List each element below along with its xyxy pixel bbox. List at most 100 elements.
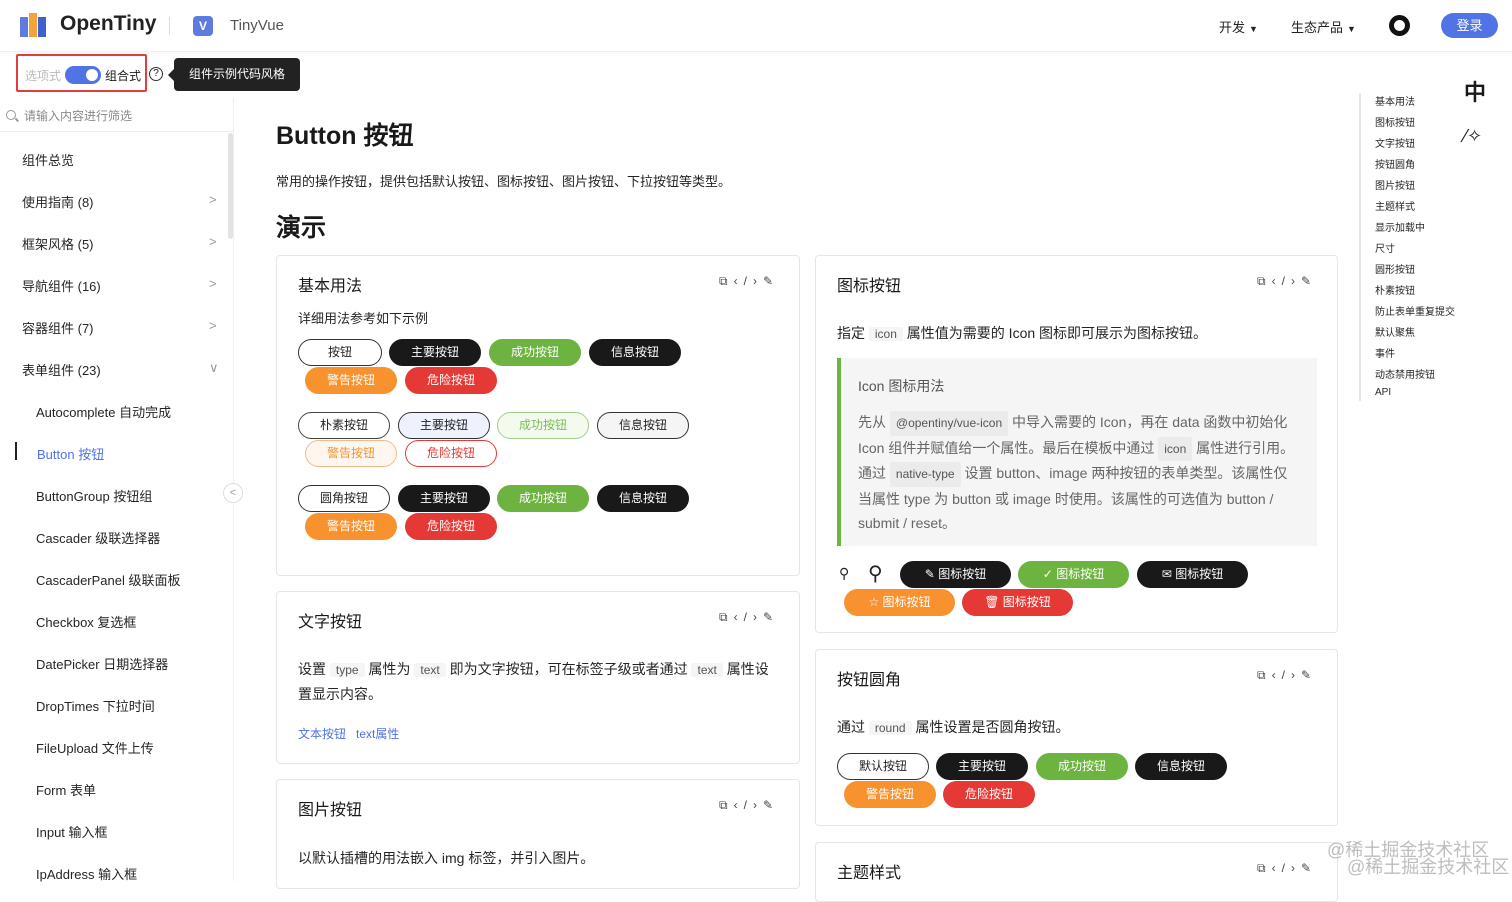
code-icon[interactable]: ‹/› [734, 610, 763, 624]
round-success-button[interactable]: 成功按钮 [1036, 753, 1128, 780]
search-placeholder[interactable]: 请输入内容进行筛选 [24, 107, 132, 124]
sidebar-item-droptimes[interactable]: DropTimes 下拉时间 [36, 696, 155, 715]
toc-item[interactable]: 图标按钮 [1375, 114, 1415, 129]
toc-item[interactable]: 事件 [1375, 345, 1395, 360]
code-icon[interactable]: ‹/› [1272, 668, 1301, 682]
copy-icon[interactable]: ⧉ [719, 798, 734, 812]
icon-check-button[interactable]: ✓ 图标按钮 [1018, 561, 1129, 588]
plain-warning-button[interactable]: 警告按钮 [305, 440, 397, 467]
sidebar-item-overview[interactable]: 组件总览 [22, 150, 74, 169]
edit-icon[interactable]: ✎ [1301, 861, 1317, 875]
sidebar-item-container[interactable]: 容器组件 (7) > [22, 318, 222, 337]
magic-wand-icon[interactable]: ⁄✧ [1464, 126, 1482, 147]
sidebar-search[interactable]: 请输入内容进行筛选 [0, 98, 234, 132]
sidebar-item-ipaddress[interactable]: IpAddress 输入框 [36, 864, 137, 883]
edit-icon[interactable]: ✎ [1301, 274, 1317, 288]
round-default-button[interactable]: 圆角按钮 [298, 485, 390, 512]
sidebar-item-button[interactable]: Button 按钮 [37, 444, 104, 463]
copy-icon[interactable]: ⧉ [1257, 861, 1272, 875]
language-switch[interactable]: 中 [1464, 75, 1486, 107]
sidebar-item-checkbox[interactable]: Checkbox 复选框 [36, 612, 136, 631]
search-icon[interactable]: ⚲ [868, 561, 883, 586]
icon-star-button[interactable]: ☆ 图标按钮 [844, 589, 955, 616]
toc-item[interactable]: 文字按钮 [1375, 135, 1415, 150]
sidebar-item-buttongroup[interactable]: ButtonGroup 按钮组 [36, 486, 152, 505]
opentiny-logo-icon[interactable] [18, 11, 50, 39]
help-icon[interactable]: ? [149, 67, 163, 81]
plain-primary-button[interactable]: 主要按钮 [398, 412, 490, 439]
sidebar-item-autocomplete[interactable]: Autocomplete 自动完成 [36, 402, 171, 421]
tinyvue-logo-icon[interactable]: V [193, 16, 213, 36]
toc-item[interactable]: 防止表单重复提交 [1375, 303, 1455, 318]
copy-icon[interactable]: ⧉ [1257, 274, 1272, 288]
round-info-button[interactable]: 信息按钮 [1135, 753, 1227, 780]
toc-item[interactable]: API [1375, 387, 1391, 398]
toc-item[interactable]: 按钮圆角 [1375, 156, 1415, 171]
sidebar-item-datepicker[interactable]: DatePicker 日期选择器 [36, 654, 168, 673]
toc-item[interactable]: 默认聚焦 [1375, 324, 1415, 339]
options-api-label[interactable]: 选项式 [25, 67, 61, 84]
toc-item[interactable]: 圆形按钮 [1375, 261, 1415, 276]
brand-name[interactable]: OpenTiny [60, 12, 156, 36]
sidebar-item-guide[interactable]: 使用指南 (8) > [22, 192, 222, 211]
search-icon[interactable]: ⚲ [839, 565, 849, 582]
toc-item[interactable]: 图片按钮 [1375, 177, 1415, 192]
round-success-button[interactable]: 成功按钮 [497, 485, 589, 512]
sidebar-item-navigation[interactable]: 导航组件 (16) > [22, 276, 222, 295]
round-primary-button[interactable]: 主要按钮 [398, 485, 490, 512]
copy-icon[interactable]: ⧉ [1257, 668, 1272, 682]
text-button[interactable]: 文本按钮 [298, 725, 346, 742]
round-danger-button[interactable]: 危险按钮 [405, 513, 497, 540]
round-info-button[interactable]: 信息按钮 [597, 485, 689, 512]
danger-button[interactable]: 危险按钮 [405, 367, 497, 394]
edit-icon[interactable]: ✎ [763, 610, 779, 624]
primary-button[interactable]: 主要按钮 [389, 339, 481, 366]
edit-icon[interactable]: ✎ [763, 274, 779, 288]
sidebar-item-cascader[interactable]: Cascader 级联选择器 [36, 528, 160, 547]
sidebar-item-input[interactable]: Input 输入框 [36, 822, 108, 841]
toc-item[interactable]: 基本用法 [1375, 93, 1415, 108]
toc-item[interactable]: 显示加载中 [1375, 219, 1425, 234]
sidebar-item-form[interactable]: 表单组件 (23) ∨ [22, 360, 222, 379]
round-warning-button[interactable]: 警告按钮 [844, 781, 936, 808]
sidebar-item-framework[interactable]: 框架风格 (5) > [22, 234, 222, 253]
sidebar-item-form-comp[interactable]: Form 表单 [36, 780, 96, 799]
toc-item[interactable]: 主题样式 [1375, 198, 1415, 213]
nav-develop[interactable]: 开发 ▼ [1219, 17, 1258, 36]
product-name[interactable]: TinyVue [230, 17, 284, 34]
nav-ecosystem[interactable]: 生态产品 ▼ [1291, 17, 1356, 36]
round-warning-button[interactable]: 警告按钮 [305, 513, 397, 540]
plain-default-button[interactable]: 朴素按钮 [298, 412, 390, 439]
round-default-button[interactable]: 默认按钮 [837, 753, 929, 780]
code-icon[interactable]: ‹/› [1272, 274, 1301, 288]
icon-delete-button[interactable]: 🗑 图标按钮 [962, 589, 1073, 616]
toc-item[interactable]: 动态禁用按钮 [1375, 366, 1435, 381]
toc-item[interactable]: 尺寸 [1375, 240, 1395, 255]
plain-success-button[interactable]: 成功按钮 [497, 412, 589, 439]
code-icon[interactable]: ‹/› [1272, 861, 1301, 875]
copy-icon[interactable]: ⧉ [719, 274, 734, 288]
code-icon[interactable]: ‹/› [734, 274, 763, 288]
login-button[interactable]: 登录 [1441, 13, 1498, 38]
round-primary-button[interactable]: 主要按钮 [936, 753, 1028, 780]
icon-edit-button[interactable]: ✎ 图标按钮 [900, 561, 1011, 588]
warning-button[interactable]: 警告按钮 [305, 367, 397, 394]
plain-info-button[interactable]: 信息按钮 [597, 412, 689, 439]
success-button[interactable]: 成功按钮 [489, 339, 581, 366]
sidebar-item-cascaderpanel[interactable]: CascaderPanel 级联面板 [36, 570, 181, 589]
sidebar-scrollbar[interactable] [228, 133, 233, 239]
info-button[interactable]: 信息按钮 [589, 339, 681, 366]
code-icon[interactable]: ‹/› [734, 798, 763, 812]
composition-api-label[interactable]: 组合式 [105, 67, 141, 84]
edit-icon[interactable]: ✎ [1301, 668, 1317, 682]
default-button[interactable]: 按钮 [298, 339, 382, 366]
collapse-sidebar-button[interactable]: < [223, 483, 243, 503]
round-danger-button[interactable]: 危险按钮 [943, 781, 1035, 808]
edit-icon[interactable]: ✎ [763, 798, 779, 812]
plain-danger-button[interactable]: 危险按钮 [405, 440, 497, 467]
sidebar-item-fileupload[interactable]: FileUpload 文件上传 [36, 738, 154, 757]
copy-icon[interactable]: ⧉ [719, 610, 734, 624]
api-style-toggle[interactable] [65, 66, 101, 84]
toc-item[interactable]: 朴素按钮 [1375, 282, 1415, 297]
icon-mail-button[interactable]: ✉ 图标按钮 [1137, 561, 1248, 588]
